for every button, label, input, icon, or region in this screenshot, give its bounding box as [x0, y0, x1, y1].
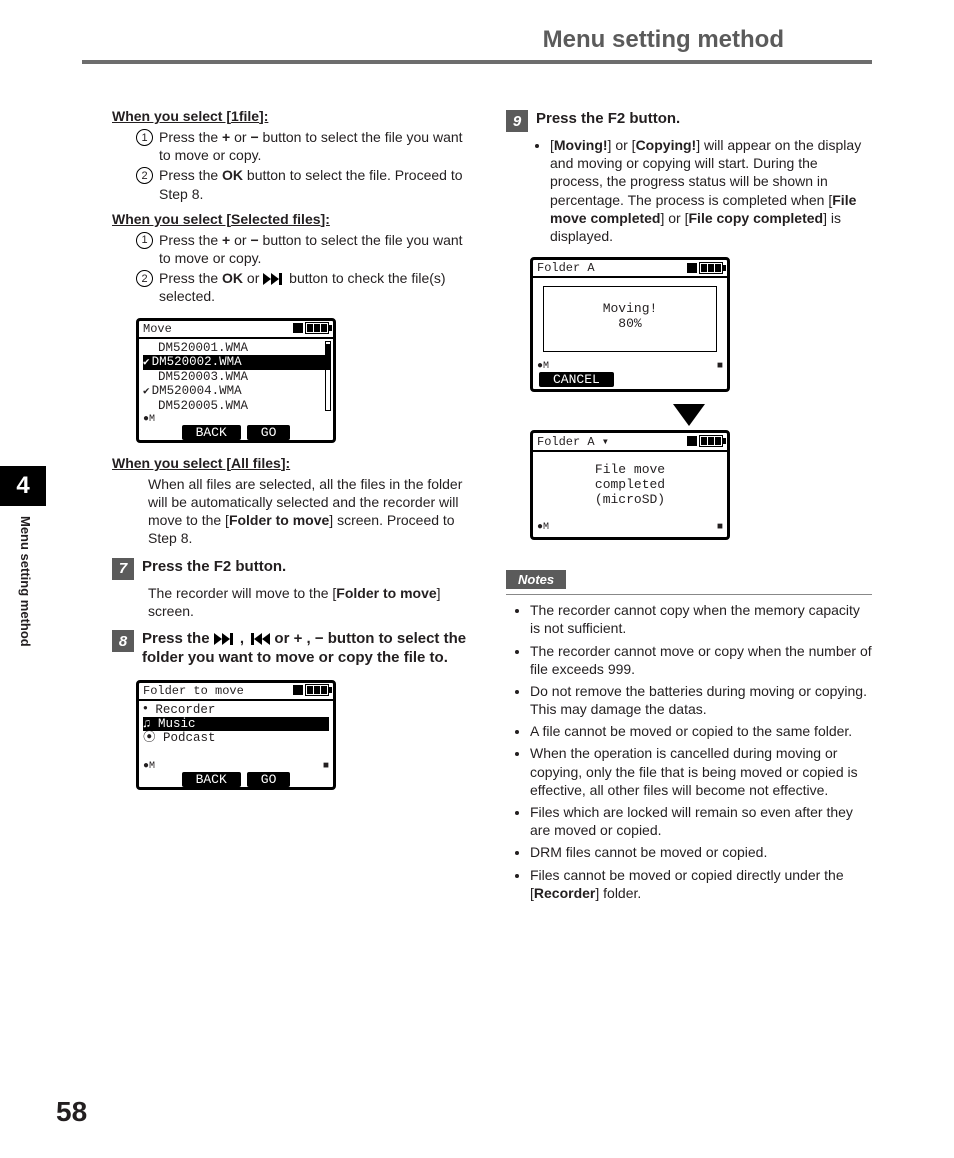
softkey-back: BACK	[182, 772, 241, 787]
heading-all-files: When you select [All files]:	[112, 455, 478, 471]
step-7-title: Press the F2 button.	[142, 558, 286, 577]
rec-indicator: ●M	[537, 361, 549, 372]
folder-row: Recorder	[143, 703, 329, 717]
fast-forward-icon	[263, 273, 285, 285]
substep-1-icon: 1	[136, 129, 153, 146]
chapter-tab: 4 Menu setting method	[0, 466, 58, 647]
rec-indicator: ●M	[537, 522, 549, 533]
substep-2-text: Press the OK button to select the file. …	[159, 166, 478, 202]
softkey-go: GO	[247, 772, 291, 787]
stop-icon	[687, 436, 697, 446]
step-9-title: Press the F2 button.	[536, 110, 680, 129]
file-row: DM520001.WMA	[143, 341, 329, 355]
completed-line2: completed	[533, 477, 727, 492]
text: When you select [	[112, 108, 231, 124]
softkey-go: GO	[247, 425, 291, 440]
battery-icon	[305, 684, 329, 696]
heading-selected-files: When you select [Selected files]:	[112, 211, 478, 227]
page-number: 58	[56, 1096, 87, 1128]
step-7-number: 7	[112, 558, 134, 580]
substep-1-icon: 1	[136, 232, 153, 249]
step-9-body: [Moving!] or [Copying!] will appear on t…	[550, 136, 872, 245]
chapter-label: Menu setting method	[18, 506, 33, 647]
notes-list: The recorder cannot copy when the memory…	[506, 601, 872, 902]
file-row: DM520005.WMA	[143, 399, 329, 413]
file-row: DM520002.WMA	[143, 355, 329, 370]
rewind-icon	[248, 633, 270, 645]
folder-row: ♫ Music	[143, 717, 329, 731]
completed-line1: File move	[533, 462, 727, 477]
moving-percent: 80%	[544, 316, 716, 331]
substep-1-text: Press the + or − button to select the fi…	[159, 231, 478, 267]
lcd-title-text: Folder to move	[143, 684, 244, 698]
keyword: 1file	[231, 108, 259, 124]
lcd-move-filelist: Move DM520001.WMA DM520002.WMA DM520003.…	[136, 318, 336, 443]
arrow-down-icon	[673, 404, 705, 426]
step-9-number: 9	[506, 110, 528, 132]
stop-icon	[293, 323, 303, 333]
folder-row: ⦿ Podcast	[143, 731, 329, 745]
scrollbar	[325, 341, 331, 411]
lcd-folder-to-move: Folder to move Recorder ♫ Music ⦿ Podcas…	[136, 680, 336, 791]
lcd-title-text: Folder A	[537, 261, 595, 275]
substep-1-text: Press the + or − button to select the fi…	[159, 128, 478, 164]
step-8-number: 8	[112, 630, 134, 652]
file-row: DM520004.WMA	[143, 384, 329, 399]
note-item: When the operation is cancelled during m…	[530, 744, 872, 799]
chapter-number: 4	[0, 466, 46, 506]
lcd-title-text: Move	[143, 322, 172, 336]
file-row: DM520003.WMA	[143, 370, 329, 384]
substep-2-icon: 2	[136, 167, 153, 184]
rec-indicator: ●M	[143, 414, 155, 425]
rec-indicator: ●M	[143, 761, 155, 772]
text: ]:	[259, 108, 268, 124]
moving-label: Moving!	[544, 301, 716, 316]
substep-2-icon: 2	[136, 270, 153, 287]
step-7-body: The recorder will move to the [Folder to…	[148, 584, 478, 620]
step-8-title: Press the , or + , − button to select th…	[142, 630, 478, 668]
stop-icon	[293, 685, 303, 695]
all-files-body: When all files are selected, all the fil…	[148, 475, 478, 548]
fast-forward-icon	[214, 633, 236, 645]
page-header-title: Menu setting method	[82, 0, 872, 64]
heading-1file: When you select [1file]:	[112, 108, 478, 124]
lcd-title-text: Folder A	[537, 435, 595, 449]
softkey-back: BACK	[182, 425, 241, 440]
note-item: A file cannot be moved or copied to the …	[530, 722, 872, 740]
note-item: Files which are locked will remain so ev…	[530, 803, 872, 839]
substep-2-text: Press the OK or button to check the file…	[159, 269, 478, 305]
note-item: The recorder cannot copy when the memory…	[530, 601, 872, 637]
battery-icon	[699, 435, 723, 447]
note-item: DRM files cannot be moved or copied.	[530, 843, 872, 861]
note-item: The recorder cannot move or copy when th…	[530, 642, 872, 678]
softkey-cancel: CANCEL	[539, 372, 614, 387]
lcd-moving-progress: Folder A Moving! 80% ●M■ CANCEL	[530, 257, 730, 392]
notes-heading: Notes	[506, 570, 566, 589]
completed-line3: (microSD)	[533, 492, 727, 507]
battery-icon	[305, 322, 329, 334]
right-column: 9 Press the F2 button. [Moving!] or [Cop…	[506, 100, 872, 906]
note-item: Files cannot be moved or copied directly…	[530, 866, 872, 902]
battery-icon	[699, 262, 723, 274]
stop-icon	[687, 263, 697, 273]
note-item: Do not remove the batteries during movin…	[530, 682, 872, 718]
left-column: When you select [1file]: 1 Press the + o…	[112, 100, 478, 906]
lcd-move-completed: Folder A ▾ File move completed (microSD)…	[530, 430, 730, 540]
